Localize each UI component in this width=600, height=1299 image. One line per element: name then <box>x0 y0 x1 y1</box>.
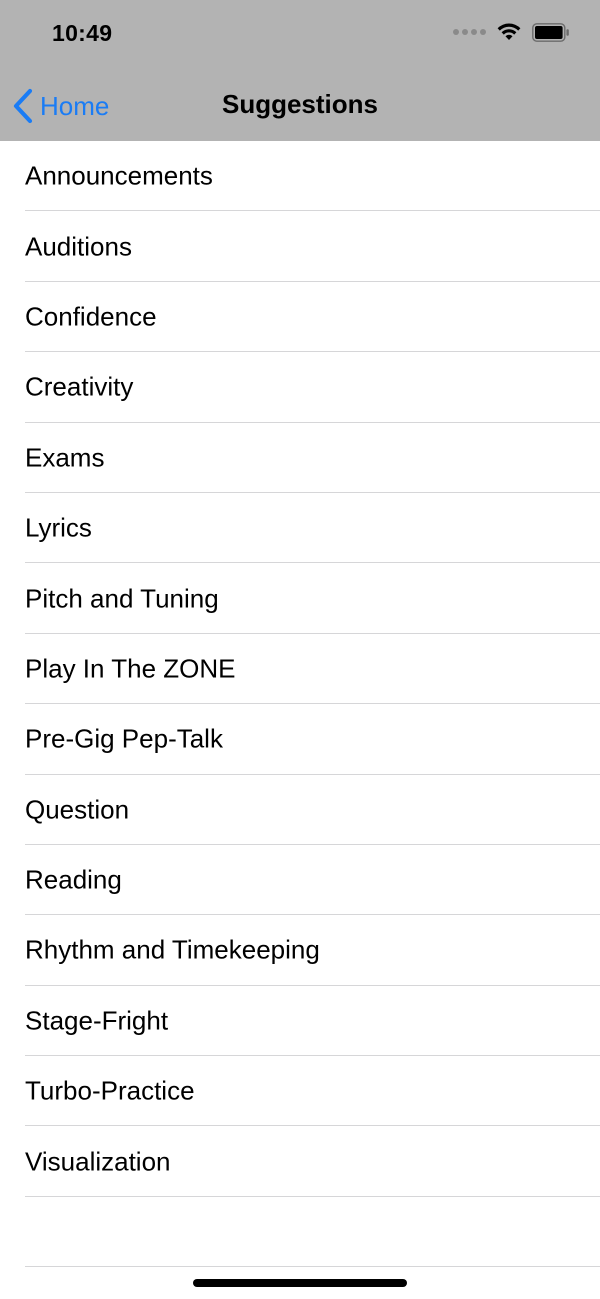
list-item[interactable]: Reading <box>0 845 600 916</box>
wifi-icon <box>497 23 521 40</box>
list-item-label: Announcements <box>25 160 213 191</box>
list-item-label: Question <box>25 794 130 825</box>
signal-dots-icon <box>453 29 486 35</box>
list-item[interactable]: Rhythm and Timekeeping <box>0 915 600 987</box>
home-indicator[interactable] <box>193 1279 407 1287</box>
navigation-header: 10:49 Home Suggestions <box>0 0 600 141</box>
list-item[interactable]: Play In The ZONE <box>0 634 600 705</box>
list-item-label: Reading <box>25 864 122 895</box>
list-item-label: Rhythm and Timekeeping <box>25 934 320 965</box>
battery-icon <box>532 22 569 42</box>
list-item[interactable]: Question <box>0 775 600 846</box>
suggestions-list: Announcements Auditions Confidence Creat… <box>0 141 600 1198</box>
list-item[interactable]: Auditions <box>0 211 600 283</box>
list-item[interactable]: Pitch and Tuning <box>0 563 600 635</box>
status-time: 10:49 <box>52 20 113 46</box>
list-item-label: Stage-Fright <box>25 1005 169 1036</box>
list-item-label: Pitch and Tuning <box>25 583 219 614</box>
list-item-label: Lyrics <box>25 512 92 543</box>
list-item[interactable]: Creativity <box>0 352 600 423</box>
status-icons <box>453 22 570 42</box>
list-item-label: Turbo-Practice <box>25 1075 195 1106</box>
list-item[interactable]: Announcements <box>0 141 600 212</box>
list-item-label: Play In The ZONE <box>25 653 236 684</box>
list-item-label: Confidence <box>25 301 157 332</box>
list-item[interactable]: Turbo-Practice <box>0 1056 600 1127</box>
list-item[interactable]: Stage-Fright <box>0 986 600 1057</box>
list-item-label: Auditions <box>25 231 132 262</box>
list-item-label: Creativity <box>25 371 134 402</box>
list-item[interactable]: Visualization <box>0 1126 600 1198</box>
list-item-label: Exams <box>25 442 105 473</box>
list-item-label: Pre-Gig Pep-Talk <box>25 723 223 754</box>
list-item[interactable]: Confidence <box>0 282 600 353</box>
list-item-label: Visualization <box>25 1146 171 1177</box>
list-item[interactable]: Pre-Gig Pep-Talk <box>0 704 600 775</box>
page-title: Suggestions <box>221 89 378 119</box>
empty-row-separator <box>25 1266 600 1267</box>
list-item[interactable]: Lyrics <box>0 493 600 564</box>
screen: 10:49 Home Suggestions Announcements Aud… <box>0 0 600 1299</box>
list-item[interactable]: Exams <box>0 423 600 494</box>
